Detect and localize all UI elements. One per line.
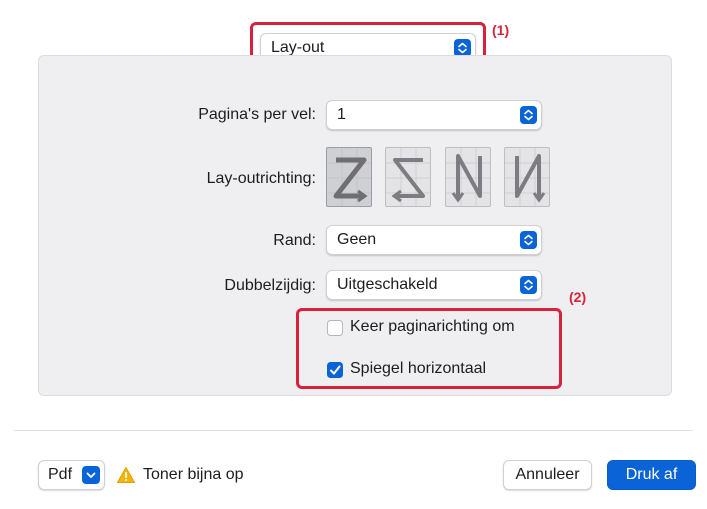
pages-per-sheet-label: Pagina's per vel: — [198, 106, 316, 123]
border-label: Rand: — [273, 232, 316, 249]
print-button[interactable]: Druk af — [607, 460, 696, 490]
footer-divider — [14, 430, 693, 431]
layout-direction-n-icon[interactable] — [504, 147, 550, 207]
layout-direction-reverse-n-icon[interactable] — [445, 147, 491, 207]
layout-direction-reverse-z-icon[interactable] — [385, 147, 431, 207]
layout-direction-z-icon[interactable] — [326, 147, 372, 207]
border-value: Geen — [337, 231, 377, 248]
two-sided-select[interactable]: Uitgeschakeld — [326, 270, 542, 300]
up-down-chevron-icon — [520, 106, 537, 124]
up-down-chevron-icon — [520, 276, 537, 294]
chevron-down-icon — [82, 466, 100, 484]
border-select[interactable]: Geen — [326, 225, 542, 255]
cancel-button[interactable]: Annuleer — [503, 460, 592, 490]
up-down-chevron-icon — [520, 231, 537, 249]
two-sided-label: Dubbelzijdig: — [224, 277, 316, 294]
two-sided-value: Uitgeschakeld — [337, 276, 438, 293]
callout-box-2 — [296, 308, 562, 389]
pages-per-sheet-select[interactable]: 1 — [326, 100, 542, 130]
warning-icon — [116, 466, 136, 489]
callout-label-1: (1) — [492, 22, 510, 38]
toner-status-text: Toner bijna op — [143, 466, 244, 483]
layout-direction-label: Lay-outrichting: — [206, 170, 316, 187]
pdf-menu-button[interactable]: Pdf — [38, 460, 105, 490]
pdf-label: Pdf — [48, 466, 73, 483]
callout-label-2: (2) — [569, 289, 587, 305]
pages-per-sheet-value: 1 — [337, 106, 346, 123]
